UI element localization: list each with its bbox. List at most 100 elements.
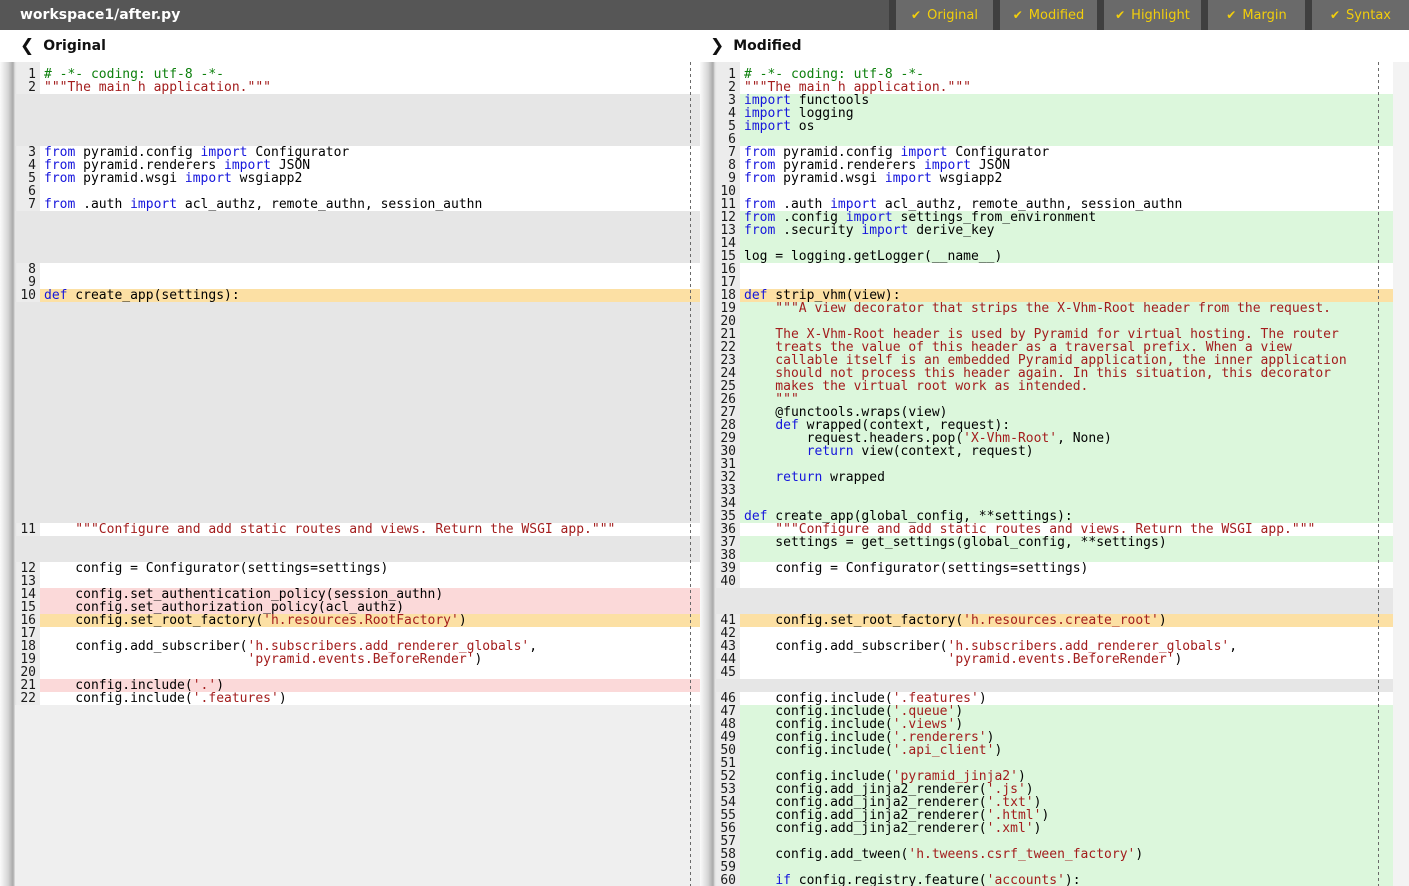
code-line: config.include('.api_client')	[740, 744, 1393, 757]
code-line: """	[740, 393, 1393, 406]
code-row: 36 """Configure and add static routes an…	[700, 523, 1409, 536]
code-row: 52 config.include('pyramid_jinja2')	[700, 770, 1409, 783]
code-line: config.include('.views')	[740, 718, 1393, 731]
code-line: config.include('.renderers')	[740, 731, 1393, 744]
code-line	[40, 575, 700, 588]
code-line: The X-Vhm-Root header is used by Pyramid…	[740, 328, 1393, 341]
filler-row	[15, 237, 700, 250]
code-line	[740, 458, 1393, 471]
filler-row	[15, 419, 700, 432]
code-line: from pyramid.config import Configurator	[740, 146, 1393, 159]
code-line: config.add_jinja2_renderer('.js')	[740, 783, 1393, 796]
toggle-syntax-button[interactable]: ✔Syntax	[1312, 0, 1409, 30]
code-row: 5import os	[700, 120, 1409, 133]
code-line: from .auth import acl_authz, remote_auth…	[40, 198, 700, 211]
code-line: if config.registry.feature('accounts'):	[740, 874, 1393, 886]
code-line	[740, 315, 1393, 328]
code-row: 21 config.include('.')	[0, 679, 700, 692]
code-line: from pyramid.renderers import JSON	[40, 159, 700, 172]
code-line	[740, 666, 1393, 679]
code-row: 33	[700, 484, 1409, 497]
code-row: 40	[700, 575, 1409, 588]
code-line: """The main h application."""	[740, 81, 1393, 94]
code-line: from .security import derive_key	[740, 224, 1393, 237]
code-line	[740, 575, 1393, 588]
chevron-right-icon: ❯	[710, 36, 724, 56]
code-line: 'pyramid.events.BeforeRender')	[740, 653, 1393, 666]
toggle-modified-button[interactable]: ✔Modified	[1000, 0, 1097, 30]
toolbar-button-label: Margin	[1242, 8, 1286, 23]
code-line: from pyramid.config import Configurator	[40, 146, 700, 159]
code-row: 20	[700, 315, 1409, 328]
code-line: """Configure and add static routes and v…	[740, 523, 1393, 536]
filler-row	[15, 380, 700, 393]
code-row: 9from pyramid.wsgi import wsgiapp2	[700, 172, 1409, 185]
code-row: 5from pyramid.wsgi import wsgiapp2	[0, 172, 700, 185]
code-line: from pyramid.renderers import JSON	[740, 159, 1393, 172]
code-row: 29 request.headers.pop('X-Vhm-Root', Non…	[700, 432, 1409, 445]
code-row: 6	[0, 185, 700, 198]
code-row: 31	[700, 458, 1409, 471]
margin-line	[1378, 62, 1379, 886]
code-line	[740, 276, 1393, 289]
code-row: 27 @functools.wraps(view)	[700, 406, 1409, 419]
code-line: from pyramid.wsgi import wsgiapp2	[40, 172, 700, 185]
filler-row	[15, 94, 700, 107]
code-row: 8from pyramid.renderers import JSON	[700, 159, 1409, 172]
code-row: 9	[0, 276, 700, 289]
code-row: 32 return wrapped	[700, 471, 1409, 484]
filler-row	[15, 484, 700, 497]
filler-row	[715, 679, 1409, 692]
code-line: config.add_jinja2_renderer('.html')	[740, 809, 1393, 822]
code-line: request.headers.pop('X-Vhm-Root', None)	[740, 432, 1393, 445]
line-number: 2	[15, 81, 40, 94]
code-row: 25 makes the virtual root work as intend…	[700, 380, 1409, 393]
filler-row	[15, 393, 700, 406]
code-row: 3from pyramid.config import Configurator	[0, 146, 700, 159]
code-row: 1# -*- coding: utf-8 -*-	[700, 68, 1409, 81]
code-line: config.include('.features')	[40, 692, 700, 705]
code-line	[740, 861, 1393, 874]
filler-row	[715, 601, 1409, 614]
code-row: 53 config.add_jinja2_renderer('.js')	[700, 783, 1409, 796]
original-pane-header: ❮ Original	[20, 30, 106, 62]
filler-row	[15, 224, 700, 237]
code-line: config.include('.queue')	[740, 705, 1393, 718]
code-row: 2"""The main h application."""	[0, 81, 700, 94]
modified-pane[interactable]: 1# -*- coding: utf-8 -*-2"""The main h a…	[700, 62, 1409, 886]
modified-pane-header: ❯ Modified	[710, 30, 802, 62]
code-row: 11from .auth import acl_authz, remote_au…	[700, 198, 1409, 211]
code-row: 15log = logging.getLogger(__name__)	[700, 250, 1409, 263]
code-line: # -*- coding: utf-8 -*-	[40, 68, 700, 81]
code-row: 46 config.include('.features')	[700, 692, 1409, 705]
code-row: 45	[700, 666, 1409, 679]
code-row: 16 config.set_root_factory('h.resources.…	[0, 614, 700, 627]
modified-pane-label: Modified	[733, 38, 801, 54]
code-row: 16	[700, 263, 1409, 276]
code-line	[740, 757, 1393, 770]
original-pane-label: Original	[43, 38, 106, 54]
filler-row	[15, 471, 700, 484]
code-row: 60 if config.registry.feature('accounts'…	[700, 874, 1409, 886]
code-row: 48 config.include('.views')	[700, 718, 1409, 731]
code-row: 10	[700, 185, 1409, 198]
code-line: settings = get_settings(global_config, *…	[740, 536, 1393, 549]
filler-row	[15, 107, 700, 120]
code-row: 47 config.include('.queue')	[700, 705, 1409, 718]
code-line: from .config import settings_from_enviro…	[740, 211, 1393, 224]
toggle-margin-button[interactable]: ✔Margin	[1208, 0, 1305, 30]
filler-row	[15, 367, 700, 380]
code-line: def create_app(settings):	[40, 289, 700, 302]
code-row: 24 should not process this header again.…	[700, 367, 1409, 380]
filler-row	[15, 250, 700, 263]
code-row: 19 'pyramid.events.BeforeRender')	[0, 653, 700, 666]
toggle-highlight-button[interactable]: ✔Highlight	[1104, 0, 1201, 30]
original-pane[interactable]: 1# -*- coding: utf-8 -*-2"""The main h a…	[0, 62, 700, 886]
toggle-original-button[interactable]: ✔Original	[896, 0, 993, 30]
filler-row	[15, 549, 700, 562]
code-line: return view(context, request)	[740, 445, 1393, 458]
code-row: 13	[0, 575, 700, 588]
line-number: 45	[715, 666, 740, 679]
check-icon: ✔	[1330, 8, 1340, 22]
code-row: 28 def wrapped(context, request):	[700, 419, 1409, 432]
